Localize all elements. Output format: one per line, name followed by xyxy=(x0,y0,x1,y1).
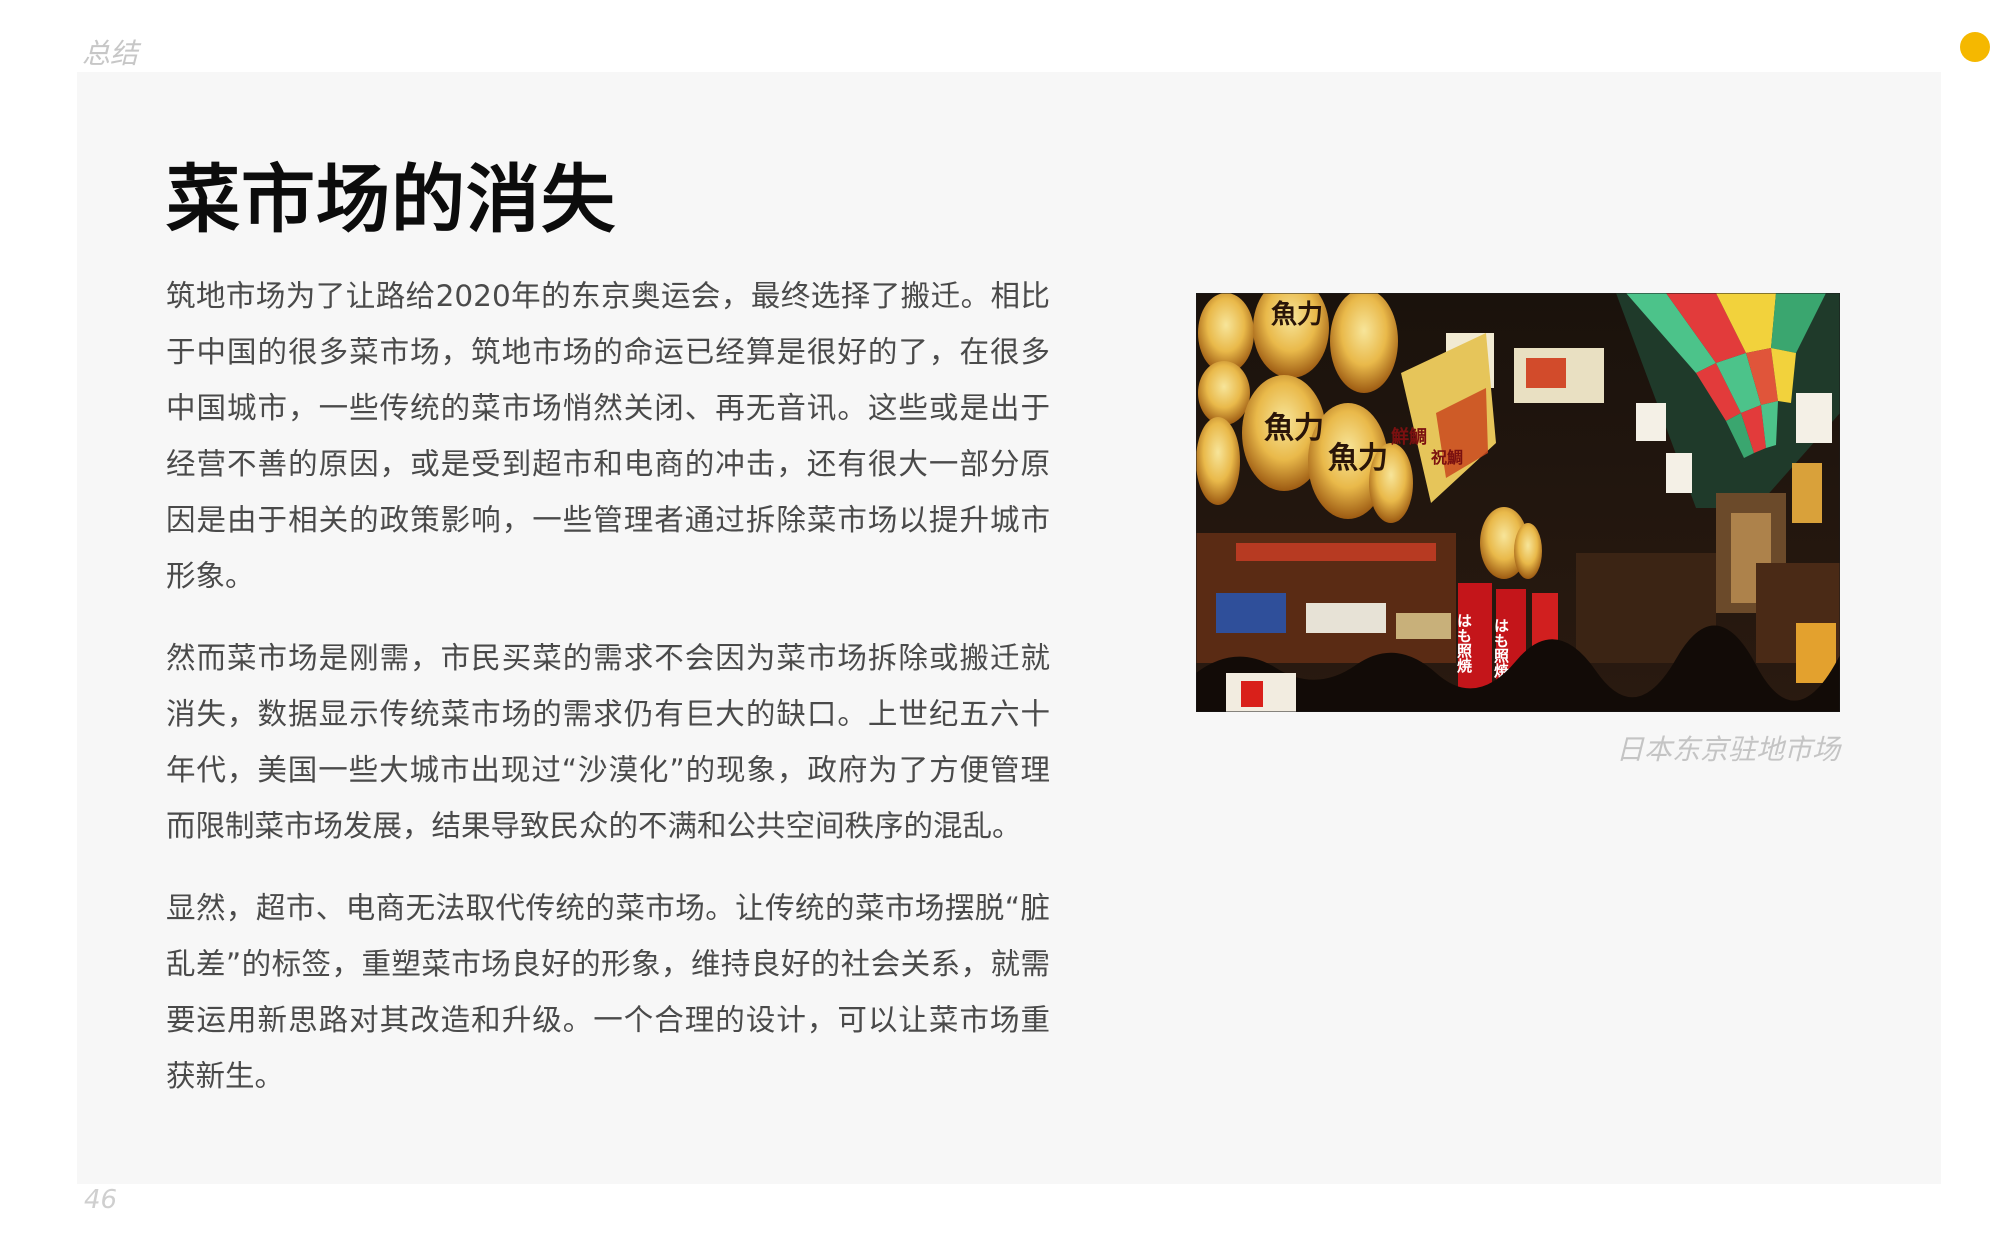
lantern-label-1: 魚力 xyxy=(1271,299,1323,330)
article-body: 筑地市场为了让路给2020年的东京奥运会，最终选择了搬迁。相比于中国的很多菜市场… xyxy=(166,268,1050,1130)
lantern-label-6: 鮮鯛 xyxy=(1391,426,1427,448)
section-label: 总结 xyxy=(82,37,139,70)
paragraph-2: 然而菜市场是刚需，市民买菜的需求不会因为菜市场拆除或搬迁就消失，数据显示传统菜市… xyxy=(166,641,1050,843)
lantern-label-3: 魚力 xyxy=(1328,441,1388,476)
page-title: 菜市场的消失 xyxy=(166,157,616,243)
red-sign-label-1: はも照焼 xyxy=(1455,613,1473,674)
paragraph-1: 筑地市场为了让路给2020年的东京奥运会，最终选择了搬迁。相比于中国的很多菜市场… xyxy=(166,279,1050,593)
page-number: 46 xyxy=(84,1185,118,1215)
photo-caption: 日本东京驻地市场 xyxy=(1615,733,1840,766)
red-sign-label-2: はも照焼 xyxy=(1492,618,1510,679)
lantern-label-2: 魚力 xyxy=(1264,411,1324,446)
paragraph-3: 显然，超市、电商无法取代传统的菜市场。让传统的菜市场摆脱“脏乱差”的标签，重塑菜… xyxy=(166,891,1050,1093)
accent-dot xyxy=(1960,32,1990,62)
lantern-label-7: 祝鯛 xyxy=(1431,448,1463,467)
market-photo: 魚力 魚力 魚力 鮮鯛 祝鯛 はも照焼 はも照焼 xyxy=(1196,293,1840,712)
